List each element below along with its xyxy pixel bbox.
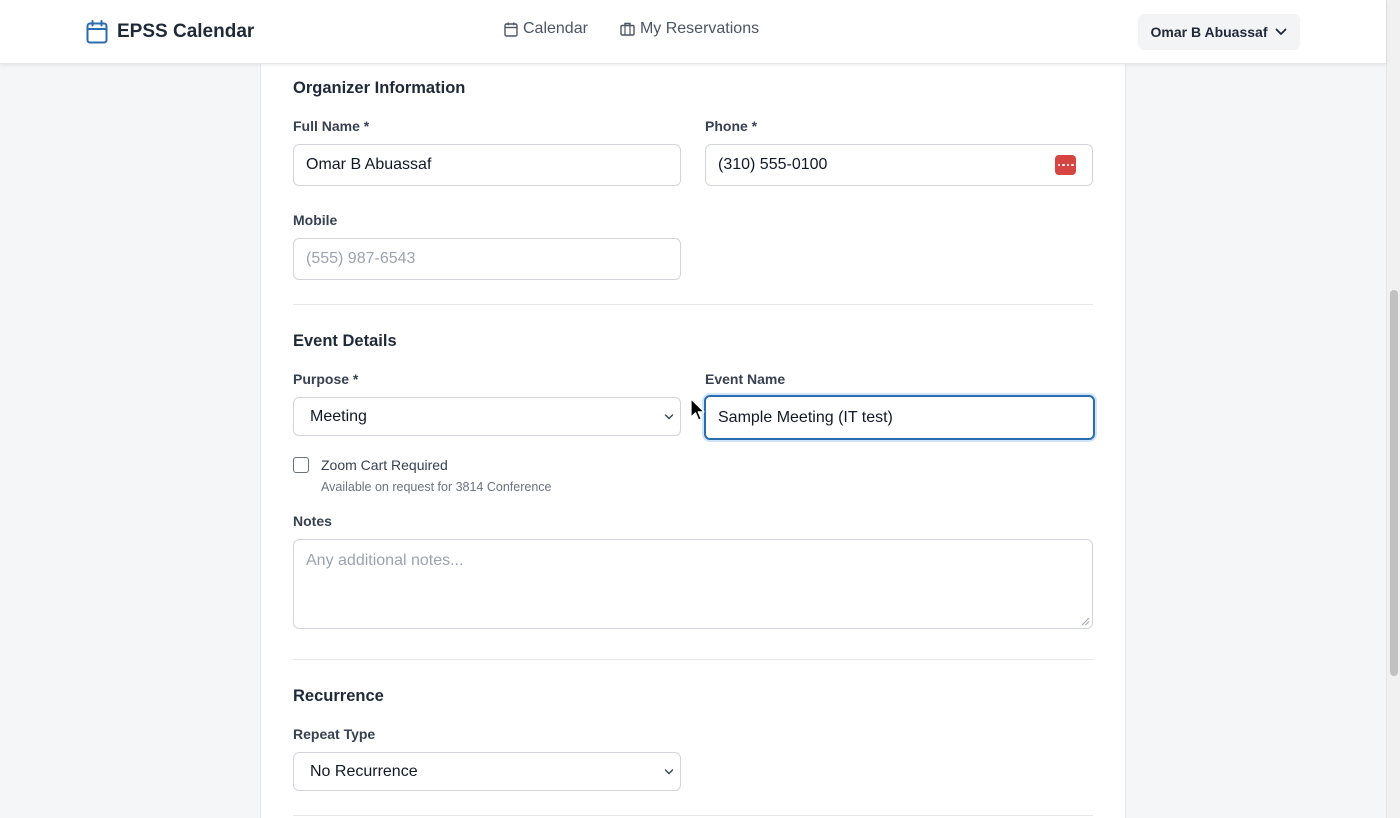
zoom-cart-checkbox[interactable]: [293, 457, 309, 473]
chevron-down-icon: [664, 413, 674, 419]
notes-textarea[interactable]: [293, 539, 1093, 629]
brand[interactable]: EPSS Calendar: [86, 19, 254, 45]
section-divider: [293, 304, 1093, 305]
chevron-down-icon: [664, 768, 674, 774]
page-scrollbar[interactable]: [1386, 0, 1400, 818]
password-manager-icon[interactable]: [1055, 155, 1076, 175]
repeat-type-select[interactable]: No Recurrence: [293, 752, 681, 791]
scrollbar-thumb[interactable]: [1390, 290, 1398, 676]
notes-label: Notes: [293, 513, 332, 529]
zoom-cart-hint: Available on request for 3814 Conference: [321, 480, 552, 494]
mobile-input[interactable]: [293, 238, 681, 280]
briefcase-icon: [620, 22, 635, 36]
repeat-type-label: Repeat Type: [293, 726, 376, 742]
event-name-label: Event Name: [705, 371, 786, 387]
nav-calendar-label: Calendar: [523, 20, 588, 37]
main-nav: Calendar My Reservations: [504, 20, 759, 38]
nav-calendar[interactable]: Calendar: [504, 20, 588, 38]
phone-input[interactable]: [705, 144, 1093, 186]
mobile-label: Mobile: [293, 212, 338, 228]
resize-handle-icon[interactable]: [1081, 617, 1090, 626]
calendar-icon: [86, 20, 108, 44]
nav-my-reservations[interactable]: My Reservations: [620, 20, 759, 38]
phone-label: Phone *: [705, 118, 758, 134]
top-navbar: EPSS Calendar Calendar My Reservations O…: [0, 0, 1386, 64]
mouse-cursor-icon: [690, 398, 705, 421]
calendar-icon: [504, 22, 518, 37]
purpose-label: Purpose *: [293, 371, 359, 387]
section-divider: [293, 815, 1093, 816]
nav-my-reservations-label: My Reservations: [639, 20, 760, 37]
full-name-label: Full Name *: [293, 118, 370, 134]
purpose-selected-value: Meeting: [310, 407, 367, 425]
reservation-form-card: Organizer Information Full Name * Phone …: [260, 64, 1126, 818]
recurrence-section-title: Recurrence: [293, 687, 384, 705]
purpose-select[interactable]: Meeting: [293, 397, 681, 436]
section-divider: [293, 659, 1093, 660]
event-name-input[interactable]: [704, 395, 1095, 440]
organizer-section-title: Organizer Information: [293, 79, 466, 97]
event-section-title: Event Details: [293, 332, 397, 350]
app-title: EPSS Calendar: [117, 21, 255, 42]
user-menu-button[interactable]: Omar B Abuassaf: [1138, 14, 1300, 50]
user-name: Omar B Abuassaf: [1150, 24, 1268, 40]
full-name-input[interactable]: [293, 144, 681, 186]
repeat-type-selected-value: No Recurrence: [310, 762, 418, 780]
zoom-cart-label[interactable]: Zoom Cart Required: [321, 457, 448, 473]
chevron-down-icon: [1276, 28, 1287, 35]
